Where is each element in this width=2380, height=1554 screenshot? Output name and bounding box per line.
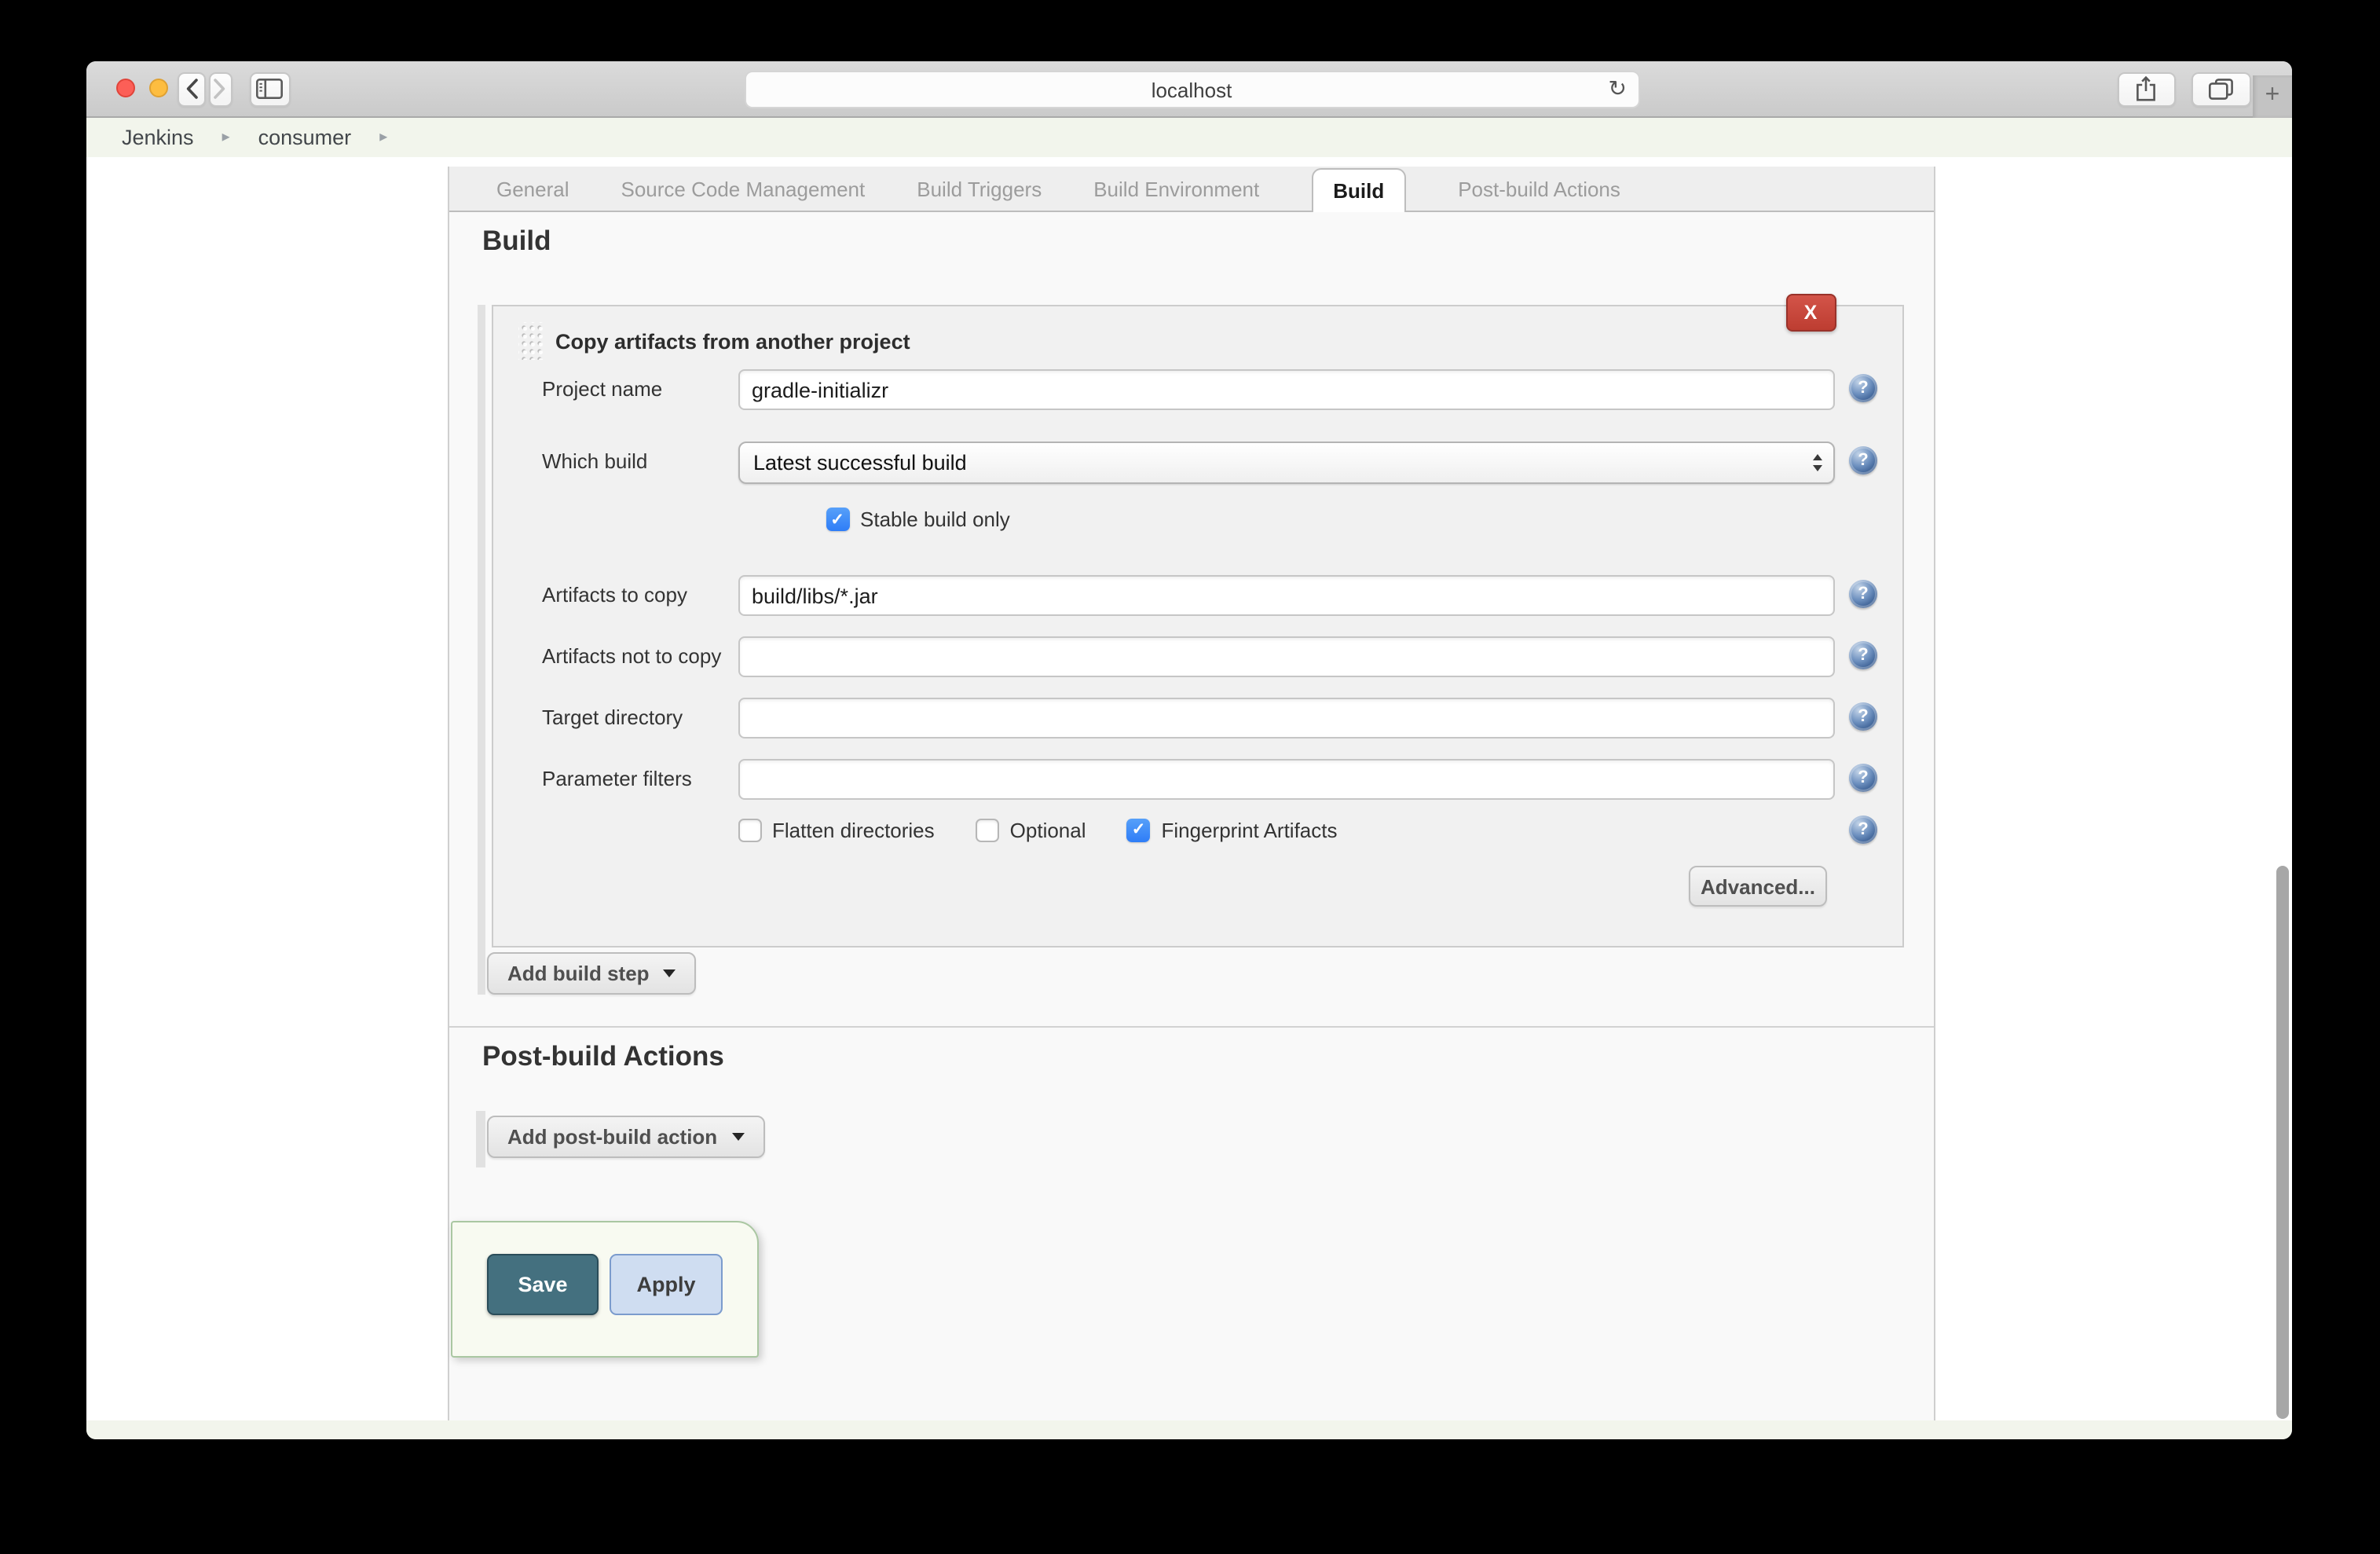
step-title: Copy artifacts from another project xyxy=(555,329,910,353)
url-text: localhost xyxy=(1151,78,1232,101)
check-icon: ✓ xyxy=(1131,820,1146,839)
tab-overview-button[interactable] xyxy=(2191,72,2250,106)
help-icon[interactable]: ? xyxy=(1849,580,1877,608)
address-bar[interactable]: localhost ↻ xyxy=(744,71,1639,108)
stable-build-only-label: Stable build only xyxy=(860,508,1010,531)
add-build-step-button[interactable]: Add build step xyxy=(487,952,697,995)
target-directory-label: Target directory xyxy=(542,706,683,729)
form-row-which-build: Which build Latest successful build ? xyxy=(542,442,1877,484)
artifacts-to-copy-input[interactable] xyxy=(738,575,1835,616)
post-build-section-title: Post-build Actions xyxy=(482,1040,724,1072)
breadcrumb-item-consumer[interactable]: consumer xyxy=(258,126,352,149)
artifacts-to-copy-label: Artifacts to copy xyxy=(542,583,687,607)
sidebar-toggle-button[interactable] xyxy=(249,72,291,106)
delete-step-button[interactable]: X xyxy=(1785,294,1836,332)
parameter-filters-label: Parameter filters xyxy=(542,767,692,790)
flatten-directories-label: Flatten directories xyxy=(772,818,935,841)
caret-down-icon xyxy=(731,1133,745,1141)
caret-down-icon xyxy=(663,969,676,977)
project-name-input[interactable] xyxy=(738,369,1835,410)
scrollbar[interactable] xyxy=(2276,866,2288,1419)
stable-build-only-checkbox[interactable]: ✓ xyxy=(826,508,849,531)
breadcrumb-separator-icon: ▸ xyxy=(379,128,388,146)
optional-label: Optional xyxy=(1009,818,1086,841)
breadcrumb-item-jenkins[interactable]: Jenkins xyxy=(122,126,194,149)
form-row-artifacts-to-copy: Artifacts to copy ? xyxy=(542,575,1877,616)
share-button[interactable] xyxy=(2117,72,2176,106)
save-button[interactable]: Save xyxy=(487,1254,599,1315)
plus-icon: + xyxy=(2265,82,2280,109)
browser-window: localhost ↻ + Jenkins ▸ consumer ▸ Gener… xyxy=(86,61,2292,1439)
which-build-label: Which build xyxy=(542,449,648,473)
breadcrumb: Jenkins ▸ consumer ▸ xyxy=(86,117,2292,157)
share-icon xyxy=(2137,76,2156,101)
fingerprint-artifacts-label: Fingerprint Artifacts xyxy=(1161,818,1338,841)
help-icon[interactable]: ? xyxy=(1849,764,1877,792)
forward-icon xyxy=(214,79,225,100)
post-build-insertion-stripe xyxy=(476,1111,485,1167)
artifacts-not-to-copy-label: Artifacts not to copy xyxy=(542,644,722,668)
tab-source-code-management[interactable]: Source Code Management xyxy=(621,177,866,200)
optional-checkbox[interactable] xyxy=(975,818,999,841)
tab-overview-icon xyxy=(2208,78,2233,100)
add-post-build-action-label: Add post-build action xyxy=(507,1125,718,1149)
step-header: Copy artifacts from another project xyxy=(518,322,910,360)
browser-titlebar: localhost ↻ + xyxy=(86,61,2292,117)
form-row-stable-build-only: ✓ Stable build only xyxy=(826,508,1010,531)
fingerprint-artifacts-checkbox[interactable]: ✓ xyxy=(1126,818,1151,841)
help-icon[interactable]: ? xyxy=(1849,815,1877,844)
project-name-label: Project name xyxy=(542,377,663,401)
breadcrumb-separator-icon: ▸ xyxy=(222,128,230,146)
help-icon[interactable]: ? xyxy=(1849,446,1877,475)
back-button[interactable] xyxy=(178,72,205,106)
help-icon[interactable]: ? xyxy=(1849,374,1877,402)
tab-post-build-actions[interactable]: Post-build Actions xyxy=(1458,177,1620,200)
advanced-button[interactable]: Advanced... xyxy=(1689,866,1827,907)
select-stepper-icon xyxy=(1813,454,1827,471)
artifacts-not-to-copy-input[interactable] xyxy=(738,636,1835,677)
which-build-select[interactable]: Latest successful build xyxy=(738,442,1835,484)
help-icon[interactable]: ? xyxy=(1849,641,1877,669)
forward-button[interactable] xyxy=(208,72,233,106)
sidebar-icon xyxy=(256,79,284,100)
target-directory-input[interactable] xyxy=(738,698,1835,739)
form-row-parameter-filters: Parameter filters ? xyxy=(542,759,1877,800)
reload-icon[interactable]: ↻ xyxy=(1609,72,1627,107)
tab-build-environment[interactable]: Build Environment xyxy=(1093,177,1259,200)
config-tabbar: General Source Code Management Build Tri… xyxy=(449,167,1934,212)
form-row-artifacts-not-to-copy: Artifacts not to copy ? xyxy=(542,636,1877,677)
which-build-selected-value: Latest successful build xyxy=(753,451,967,475)
build-step-card: X Copy artifacts from another project Pr… xyxy=(491,294,1903,947)
build-step-insertion-stripe xyxy=(477,305,485,995)
section-divider xyxy=(449,1026,1934,1028)
form-row-target-directory: Target directory ? xyxy=(542,698,1877,739)
desktop-background: localhost ↻ + Jenkins ▸ consumer ▸ Gener… xyxy=(0,0,2380,1554)
tab-build-triggers[interactable]: Build Triggers xyxy=(917,177,1042,200)
add-post-build-action-button[interactable]: Add post-build action xyxy=(487,1116,765,1158)
add-build-step-label: Add build step xyxy=(507,962,650,985)
back-icon xyxy=(186,79,198,100)
form-row-advanced: Advanced... xyxy=(1689,866,1827,907)
drag-handle-icon[interactable] xyxy=(518,322,543,360)
tab-general[interactable]: General xyxy=(496,177,569,200)
tab-build[interactable]: Build xyxy=(1311,168,1407,212)
help-icon[interactable]: ? xyxy=(1849,702,1877,731)
new-tab-button[interactable]: + xyxy=(2253,75,2292,117)
apply-button[interactable]: Apply xyxy=(610,1254,723,1315)
page-content: General Source Code Management Build Tri… xyxy=(86,157,2292,1420)
build-section-title: Build xyxy=(482,225,551,256)
flatten-directories-checkbox[interactable] xyxy=(738,818,761,841)
check-icon: ✓ xyxy=(830,510,844,529)
config-content-column: General Source Code Management Build Tri… xyxy=(448,167,1935,1420)
window-bottom-strip xyxy=(86,1420,2292,1439)
close-window-button[interactable] xyxy=(116,79,135,98)
save-panel: Save Apply xyxy=(451,1221,759,1358)
form-row-project-name: Project name ? xyxy=(542,369,1877,410)
minimize-window-button[interactable] xyxy=(148,79,167,98)
form-row-options: Flatten directories Optional ✓ Fingerpri… xyxy=(738,815,1877,844)
parameter-filters-input[interactable] xyxy=(738,759,1835,800)
